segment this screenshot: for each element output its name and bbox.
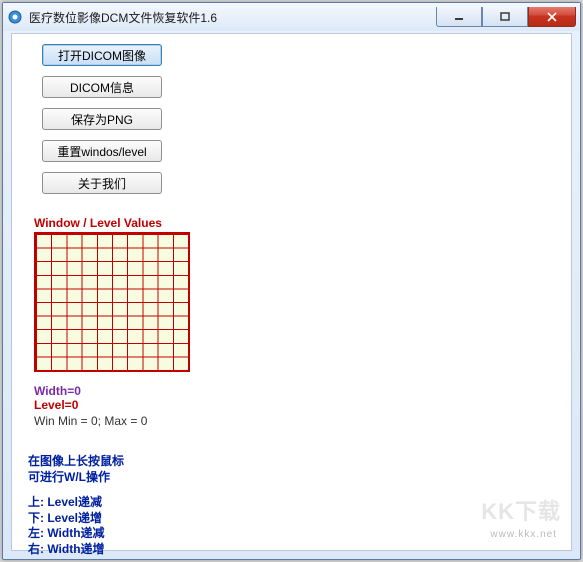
watermark-logo: KK下载 [481,494,561,526]
button-column: 打开DICOM图像 DICOM信息 保存为PNG 重置windos/level … [42,44,162,194]
width-value: Width=0 [34,384,147,398]
instructions: 在图像上长按鼠标 可进行W/L操作 上: Level递减 下: Level递增 … [28,454,124,558]
app-icon [7,9,23,25]
client-area: 打开DICOM图像 DICOM信息 保存为PNG 重置windos/level … [11,33,572,551]
wl-grid-lines [36,234,188,370]
instr-line-2: 可进行W/L操作 [28,470,124,486]
window-title: 医疗数位影像DCM文件恢复软件1.6 [29,9,217,26]
instr-up: 上: Level递减 [28,495,124,511]
instr-right: 右: Width递增 [28,542,124,558]
watermark-url: www.kkx.net [490,529,557,540]
titlebar: 医疗数位影像DCM文件恢复软件1.6 [3,3,580,31]
instr-left: 左: Width递减 [28,526,124,542]
wl-grid[interactable] [34,232,190,372]
level-value: Level=0 [34,398,147,412]
instr-down: 下: Level递增 [28,511,124,527]
save-png-button[interactable]: 保存为PNG [42,108,162,130]
wl-values: Width=0 Level=0 Win Min = 0; Max = 0 [34,384,147,428]
dicom-info-button[interactable]: DICOM信息 [42,76,162,98]
minimize-button[interactable] [436,7,482,27]
wl-heading: Window / Level Values [34,216,162,230]
app-window: 医疗数位影像DCM文件恢复软件1.6 打开DICOM图像 DICOM信息 保存为… [2,2,581,560]
about-button[interactable]: 关于我们 [42,172,162,194]
close-button[interactable] [528,7,576,27]
reset-wl-button[interactable]: 重置windos/level [42,140,162,162]
instr-line-1: 在图像上长按鼠标 [28,454,124,470]
window-controls [436,7,576,27]
maximize-button[interactable] [482,7,528,27]
minmax-value: Win Min = 0; Max = 0 [34,414,147,428]
open-dicom-button[interactable]: 打开DICOM图像 [42,44,162,66]
